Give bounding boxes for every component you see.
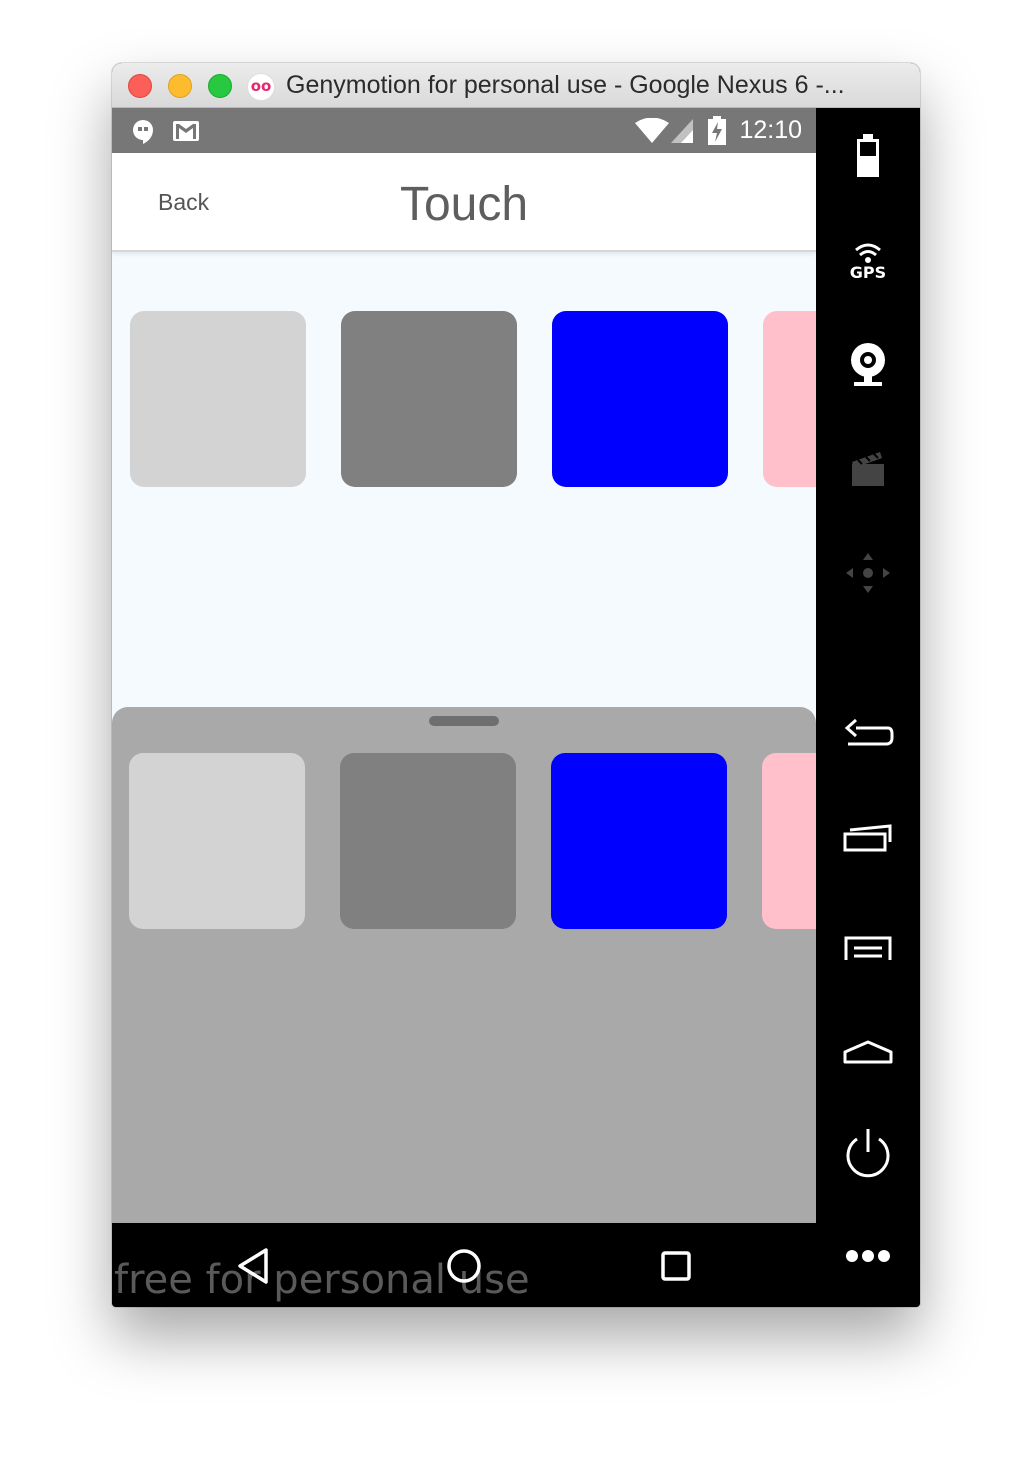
color-tile-blue[interactable]	[552, 311, 728, 487]
webcam-icon[interactable]	[840, 336, 896, 392]
navigation-header: Back Touch	[112, 153, 816, 252]
maximize-window-button[interactable]	[208, 74, 232, 98]
nav-recents-icon[interactable]	[660, 1250, 692, 1282]
page-title: Touch	[399, 178, 529, 231]
title-bar: oo Genymotion for personal use - Google …	[112, 63, 920, 108]
home-icon[interactable]	[840, 1020, 896, 1076]
menu-icon[interactable]	[840, 916, 896, 972]
nav-home-icon[interactable]	[446, 1248, 482, 1284]
more-icon[interactable]	[840, 1228, 896, 1284]
android-screen: 12:10 Back Touch	[112, 108, 816, 1223]
color-tile-lightgray[interactable]	[130, 311, 306, 487]
recent-apps-icon[interactable]	[840, 812, 896, 868]
bottom-sheet[interactable]	[112, 707, 816, 1223]
sheet-tile-pink[interactable]	[762, 753, 816, 929]
emulator-window: oo Genymotion for personal use - Google …	[112, 63, 920, 1307]
android-navigation-bar: free for personal use	[112, 1223, 816, 1307]
sheet-tile-blue[interactable]	[551, 753, 727, 929]
sheet-tile-lightgray[interactable]	[129, 753, 305, 929]
gps-label: GPS	[850, 263, 886, 282]
hangouts-icon	[133, 120, 153, 144]
capture-icon[interactable]	[840, 440, 896, 496]
signal-icon	[671, 119, 693, 143]
nav-back-icon[interactable]	[236, 1247, 270, 1285]
sheet-drag-handle[interactable]	[429, 716, 499, 726]
back-icon[interactable]	[840, 708, 896, 764]
minimize-window-button[interactable]	[168, 74, 192, 98]
status-clock: 12:10	[739, 116, 802, 144]
close-window-button[interactable]	[128, 74, 152, 98]
gps-icon[interactable]: GPS	[840, 232, 896, 288]
status-bar: 12:10	[112, 108, 816, 153]
wifi-icon	[635, 118, 669, 143]
power-icon[interactable]	[840, 1124, 896, 1180]
battery-charging-icon	[708, 116, 726, 145]
color-tile-gray[interactable]	[341, 311, 517, 487]
sheet-tile-gray[interactable]	[340, 753, 516, 929]
color-tile-pink[interactable]	[763, 311, 816, 487]
genymotion-toolbar: GPS	[816, 108, 920, 1307]
genymotion-logo-icon: oo	[247, 73, 275, 101]
gmail-icon	[173, 121, 199, 141]
dpad-icon[interactable]	[840, 545, 896, 601]
window-title: Genymotion for personal use - Google Nex…	[286, 71, 845, 99]
battery-icon[interactable]	[840, 128, 896, 184]
